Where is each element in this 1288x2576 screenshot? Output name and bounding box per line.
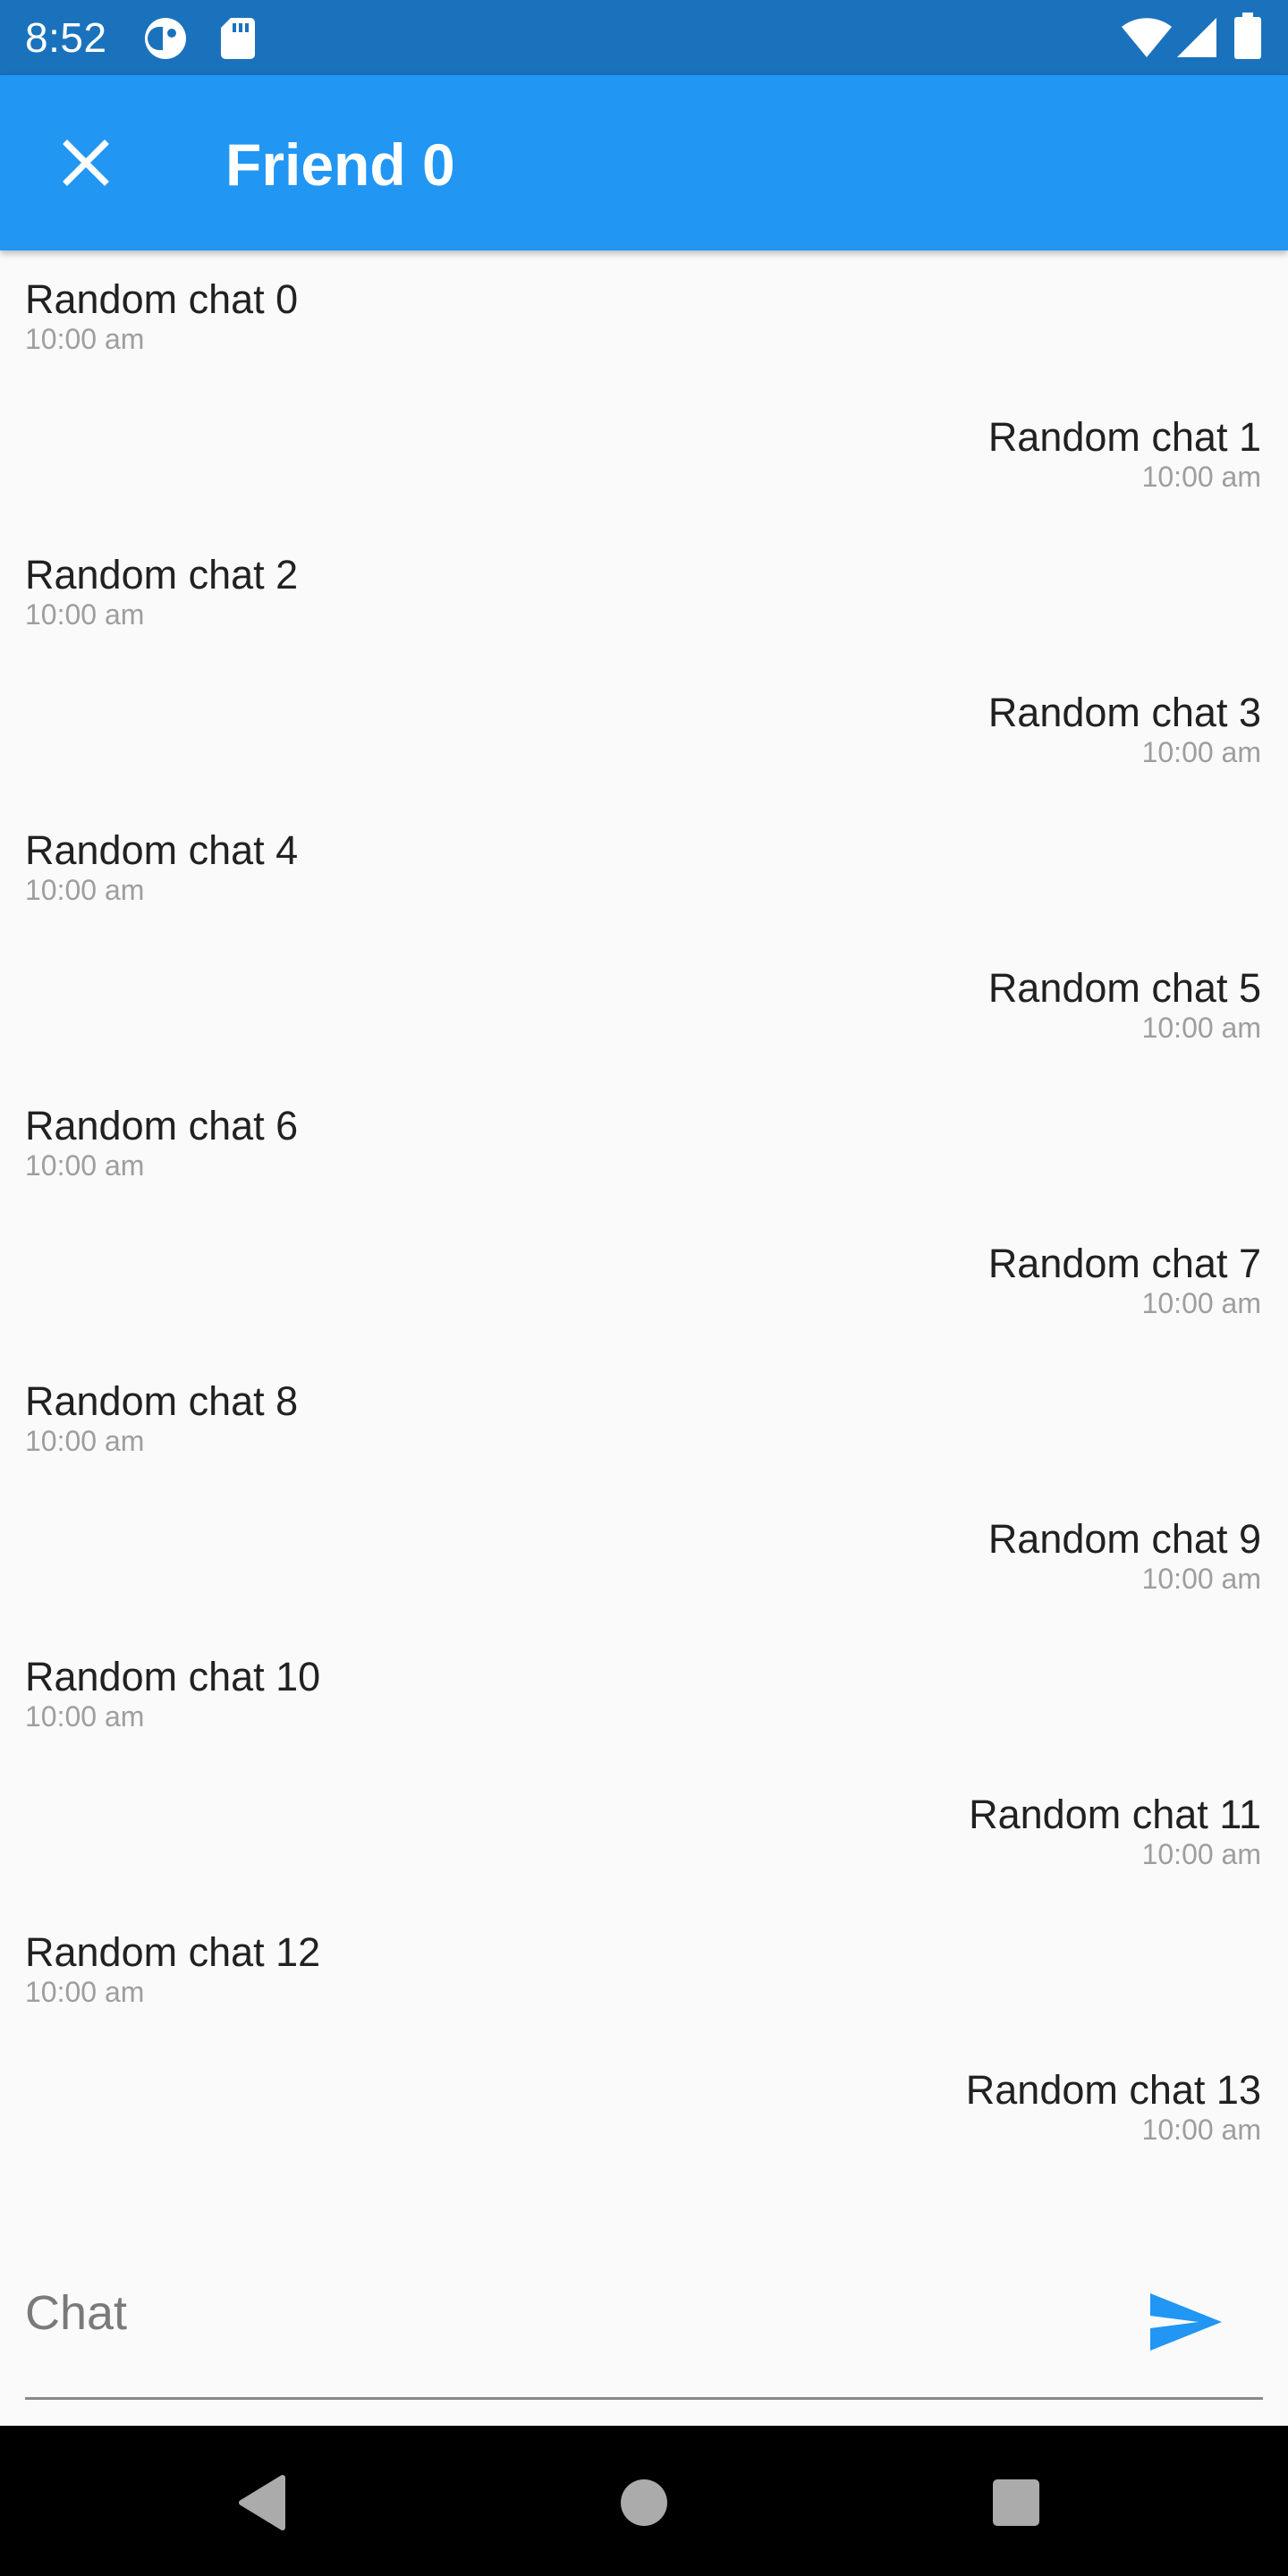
message-timestamp: 10:00 am (25, 1425, 145, 1457)
wifi-icon (1122, 18, 1172, 57)
app-bar: Friend 0 (0, 75, 1288, 250)
message-timestamp: 10:00 am (1141, 461, 1261, 493)
message-item: Random chat 11 10:00 am (0, 1792, 1261, 1871)
recents-icon (993, 2479, 1039, 2526)
input-underline (25, 2397, 1263, 2400)
message-timestamp: 10:00 am (25, 598, 145, 631)
message-timestamp: 10:00 am (25, 1149, 145, 1182)
message-item: Random chat 13 10:00 am (0, 2068, 1261, 2147)
message-item: Random chat 8 10:00 am (25, 1379, 1286, 1458)
message-text: Random chat 10 (25, 1654, 321, 1699)
send-icon (1150, 2293, 1222, 2351)
message-item: Random chat 1 10:00 am (0, 415, 1261, 494)
status-time: 8:52 (25, 14, 107, 61)
message-list[interactable]: Random chat 0 10:00 am Random chat 1 10:… (0, 250, 1288, 2236)
message-timestamp: 10:00 am (25, 1700, 145, 1733)
message-composer (0, 2236, 1288, 2426)
send-button[interactable] (1136, 2272, 1236, 2358)
back-icon (239, 2475, 285, 2530)
sd-card-icon (220, 18, 256, 59)
close-icon (63, 140, 109, 186)
page-title: Friend 0 (225, 131, 455, 198)
status-bar: 8:52 (0, 0, 1288, 75)
message-text: Random chat 11 (969, 1792, 1261, 1837)
battery-icon (1234, 13, 1261, 59)
message-item: Random chat 9 10:00 am (0, 1517, 1261, 1596)
message-timestamp: 10:00 am (1141, 1012, 1261, 1044)
close-button[interactable] (43, 120, 129, 206)
message-item: Random chat 5 10:00 am (0, 966, 1261, 1045)
message-item: Random chat 7 10:00 am (0, 1241, 1261, 1320)
message-timestamp: 10:00 am (1141, 1838, 1261, 1870)
message-item: Random chat 6 10:00 am (25, 1104, 1286, 1182)
cloud-app-icon (143, 16, 188, 61)
message-text: Random chat 3 (987, 690, 1261, 735)
recents-button[interactable] (991, 2478, 1041, 2528)
message-text: Random chat 4 (25, 827, 299, 873)
message-item: Random chat 4 10:00 am (25, 828, 1286, 907)
message-text: Random chat 0 (25, 276, 299, 322)
back-button[interactable] (236, 2474, 290, 2531)
message-text: Random chat 12 (25, 1929, 321, 1975)
message-item: Random chat 0 10:00 am (25, 277, 1286, 356)
message-text: Random chat 6 (25, 1103, 299, 1148)
message-timestamp: 10:00 am (1141, 736, 1261, 768)
message-text: Random chat 13 (965, 2067, 1261, 2113)
chat-input[interactable] (25, 2268, 1098, 2358)
message-timestamp: 10:00 am (25, 1976, 145, 2008)
system-navigation-bar (0, 2426, 1288, 2576)
message-item: Random chat 12 10:00 am (25, 1930, 1286, 2009)
home-button[interactable] (619, 2478, 669, 2528)
cell-signal-icon (1177, 18, 1216, 57)
message-text: Random chat 9 (987, 1516, 1261, 1562)
message-timestamp: 10:00 am (25, 874, 145, 906)
message-text: Random chat 1 (987, 414, 1261, 460)
message-text: Random chat 8 (25, 1378, 299, 1424)
message-timestamp: 10:00 am (1141, 1563, 1261, 1595)
message-text: Random chat 7 (987, 1241, 1261, 1286)
message-timestamp: 10:00 am (25, 323, 145, 355)
message-item: Random chat 3 10:00 am (0, 691, 1261, 769)
home-icon (621, 2479, 667, 2526)
message-timestamp: 10:00 am (1141, 2114, 1261, 2146)
message-text: Random chat 2 (25, 552, 299, 597)
message-item: Random chat 10 10:00 am (25, 1655, 1286, 1733)
message-item: Random chat 2 10:00 am (25, 553, 1286, 631)
message-text: Random chat 5 (987, 965, 1261, 1011)
message-timestamp: 10:00 am (1141, 1287, 1261, 1319)
